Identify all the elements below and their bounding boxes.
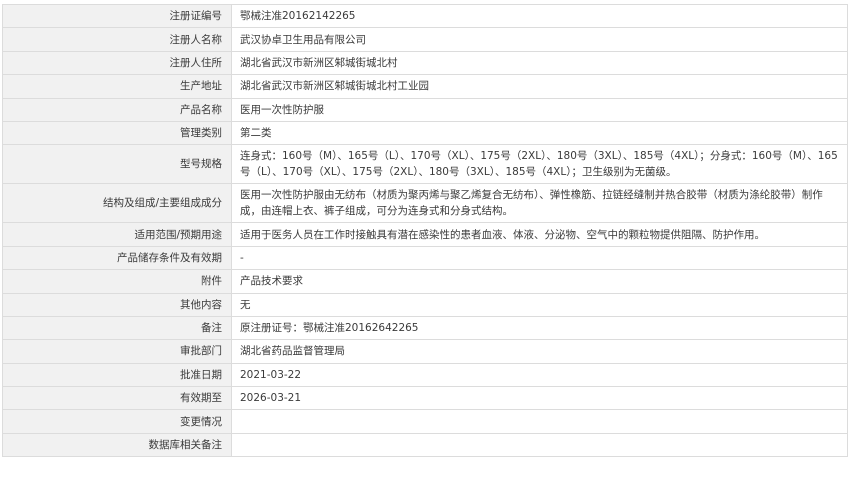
registration-details-panel: 注册证编号 鄂械注准20162142265 注册人名称 武汉协卓卫生用品有限公司… — [2, 3, 848, 458]
row-label: 有效期至 — [2, 386, 232, 411]
row-value: 产品技术要求 — [231, 269, 848, 294]
row-label: 型号规格 — [2, 144, 232, 185]
row-label: 数据库相关备注 — [2, 432, 232, 458]
row-label: 适用范围/预期用途 — [2, 222, 232, 247]
row-value: 原注册证号：鄂械注准20162642265 — [231, 315, 848, 341]
row-label: 生产地址 — [2, 74, 232, 99]
row-label: 审批部门 — [2, 339, 232, 364]
row-structure-composition: 结构及组成/主要组成成分 医用一次性防护服由无纺布（材质为聚丙烯与聚乙烯复合无纺… — [2, 183, 848, 224]
row-attachment: 附件 产品技术要求 — [2, 269, 848, 294]
row-value: 医用一次性防护服 — [231, 97, 848, 122]
row-model-specification: 型号规格 连身式：160号（M）、165号（L）、170号（XL）、175号（2… — [2, 144, 848, 185]
row-valid-until: 有效期至 2026-03-21 — [2, 386, 848, 411]
row-intended-use: 适用范围/预期用途 适用于医务人员在工作时接触具有潜在感染性的患者血液、体液、分… — [2, 222, 848, 247]
row-value — [231, 432, 848, 458]
row-value: 无 — [231, 292, 848, 317]
row-value: 鄂械注准20162142265 — [231, 3, 848, 29]
row-label: 管理类别 — [2, 120, 232, 146]
row-label: 产品储存条件及有效期 — [2, 245, 232, 271]
row-registrant-address: 注册人住所 湖北省武汉市新洲区邾城街城北村 — [2, 50, 848, 76]
row-registration-number: 注册证编号 鄂械注准20162142265 — [2, 3, 848, 29]
row-value: 连身式：160号（M）、165号（L）、170号（XL）、175号（2XL）、1… — [231, 144, 848, 185]
row-label: 产品名称 — [2, 97, 232, 122]
row-value: 湖北省武汉市新洲区邾城街城北村工业园 — [231, 74, 848, 99]
row-value: 医用一次性防护服由无纺布（材质为聚丙烯与聚乙烯复合无纺布）、弹性橡筋、拉链经缝制… — [231, 183, 848, 224]
row-value: - — [231, 245, 848, 271]
row-product-name: 产品名称 医用一次性防护服 — [2, 97, 848, 122]
row-value: 2026-03-21 — [231, 386, 848, 411]
row-label: 其他内容 — [2, 292, 232, 317]
row-value: 武汉协卓卫生用品有限公司 — [231, 27, 848, 52]
row-label: 变更情况 — [2, 409, 232, 434]
row-label: 备注 — [2, 315, 232, 341]
row-storage-validity: 产品储存条件及有效期 - — [2, 245, 848, 271]
row-value: 湖北省药品监督管理局 — [231, 339, 848, 364]
row-registrant-name: 注册人名称 武汉协卓卫生用品有限公司 — [2, 27, 848, 52]
row-value: 第二类 — [231, 120, 848, 146]
row-label: 注册人住所 — [2, 50, 232, 76]
row-production-address: 生产地址 湖北省武汉市新洲区邾城街城北村工业园 — [2, 74, 848, 99]
row-approval-date: 批准日期 2021-03-22 — [2, 362, 848, 388]
row-value: 适用于医务人员在工作时接触具有潜在感染性的患者血液、体液、分泌物、空气中的颗粒物… — [231, 222, 848, 247]
row-database-remarks: 数据库相关备注 — [2, 432, 848, 458]
row-label: 批准日期 — [2, 362, 232, 388]
row-value: 湖北省武汉市新洲区邾城街城北村 — [231, 50, 848, 76]
row-value: 2021-03-22 — [231, 362, 848, 388]
registration-info-table: 注册证编号 鄂械注准20162142265 注册人名称 武汉协卓卫生用品有限公司… — [2, 3, 848, 458]
row-other-content: 其他内容 无 — [2, 292, 848, 317]
row-label: 附件 — [2, 269, 232, 294]
row-value — [231, 409, 848, 434]
row-label: 注册人名称 — [2, 27, 232, 52]
row-label: 结构及组成/主要组成成分 — [2, 183, 232, 224]
row-remarks: 备注 原注册证号：鄂械注准20162642265 — [2, 315, 848, 341]
row-management-category: 管理类别 第二类 — [2, 120, 848, 146]
row-label: 注册证编号 — [2, 3, 232, 29]
row-approval-department: 审批部门 湖北省药品监督管理局 — [2, 339, 848, 364]
row-change-history: 变更情况 — [2, 409, 848, 434]
